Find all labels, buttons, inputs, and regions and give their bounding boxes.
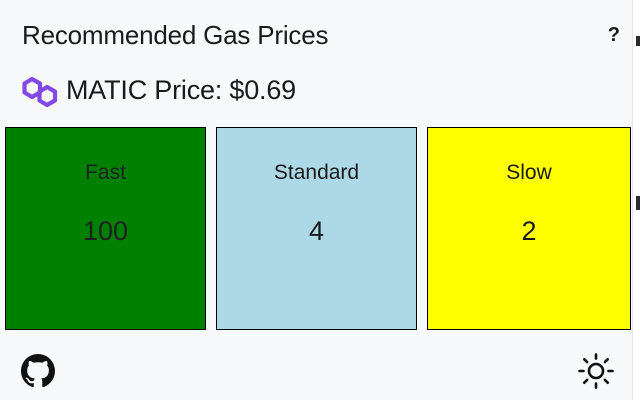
fast-value: 100 — [82, 216, 129, 246]
standard-label: Standard — [273, 161, 360, 184]
page-title: Recommended Gas Prices — [22, 19, 329, 50]
matic-price: MATIC Price: $0.69 — [66, 74, 296, 105]
slow-label: Slow — [506, 161, 552, 184]
gas-prices-popup: Recommended Gas Prices ? MATIC Price: $0… — [0, 0, 640, 400]
gas-price-tiles: Fast 100 Standard 4 Slow 2 — [5, 127, 632, 332]
standard-value: 4 — [308, 216, 325, 246]
scrollbar-marker-top — [636, 36, 640, 46]
slow-value: 2 — [521, 216, 537, 246]
matic-price-row: MATIC Price: $0.69 — [22, 72, 296, 108]
scrollbar-marker-bottom — [636, 196, 640, 210]
github-icon[interactable] — [21, 354, 55, 388]
slow-gas-tile[interactable]: Slow 2 — [427, 127, 631, 330]
polygon-logo-icon — [22, 76, 58, 107]
fast-label: Fast — [85, 161, 126, 184]
header: Recommended Gas Prices ? — [22, 18, 620, 52]
standard-gas-tile[interactable]: Standard 4 — [216, 127, 417, 330]
help-button[interactable]: ? — [608, 24, 620, 47]
sun-icon[interactable] — [577, 352, 615, 390]
fast-gas-tile[interactable]: Fast 100 — [5, 127, 206, 330]
